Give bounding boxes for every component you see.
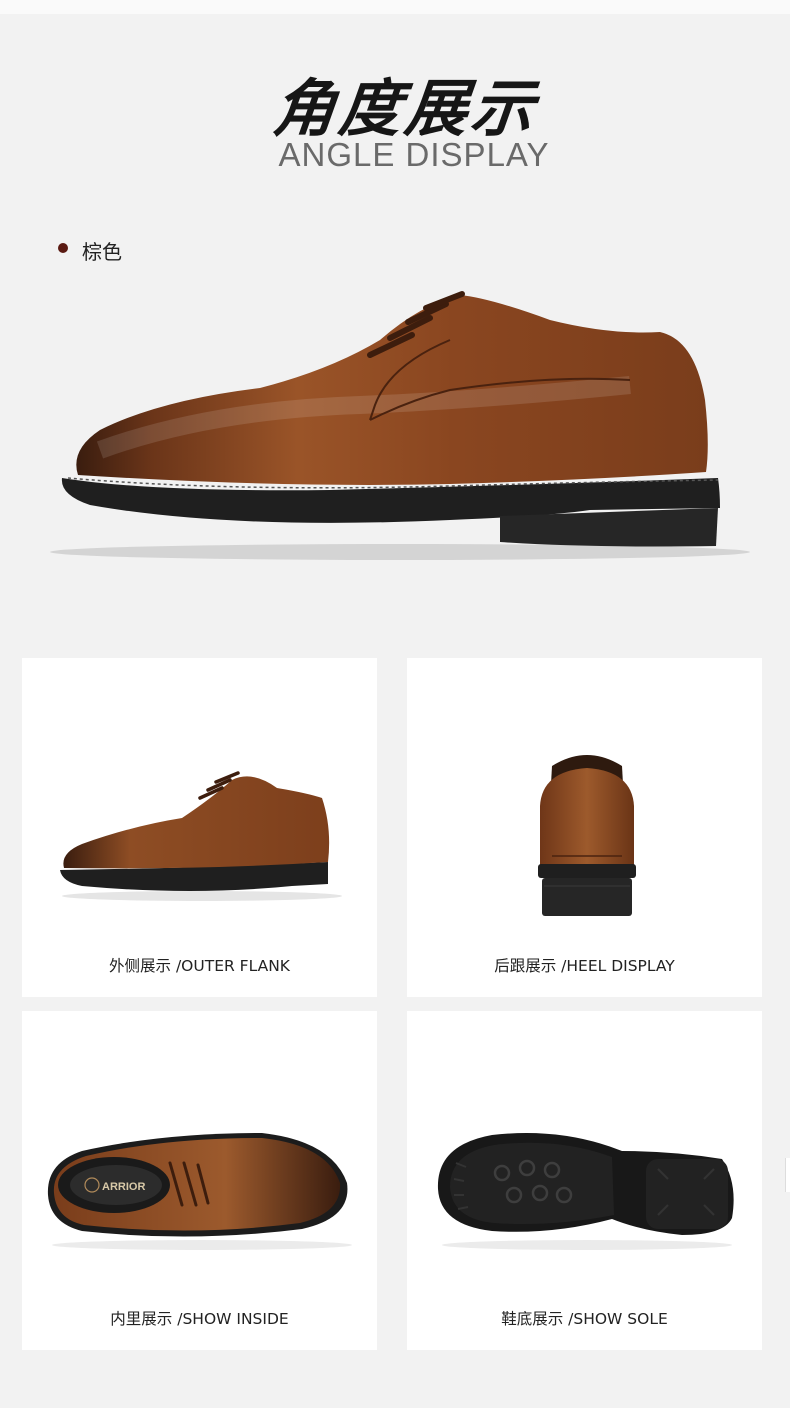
view-card-show-sole[interactable]: 鞋底展示 /SHOW SOLE [407,1011,762,1350]
section-title: 角度展示 [269,72,542,145]
view-card-outer-flank[interactable]: 外侧展示 /OUTER FLANK [22,658,377,997]
color-option-label: 棕色 [82,240,122,264]
section-subtitle: ANGLE DISPLAY [278,136,550,173]
shoe-side-view-icon [60,771,342,901]
scroll-edge-marker [785,1158,790,1192]
shoe-top-view-icon: ARRIOR [47,1133,352,1250]
svg-text:ARRIOR: ARRIOR [102,1181,145,1193]
view-card-show-inside[interactable]: ARRIOR 内里展示 /SHOW INSIDE [22,1011,377,1350]
shoe-heel-view-icon [538,755,636,916]
top-strip [0,0,790,14]
view-caption: 后跟展示 /HEEL DISPLAY [494,957,675,975]
view-caption: 内里展示 /SHOW INSIDE [110,1310,289,1328]
color-swatch-dot [58,243,68,253]
shoe-sole-view-icon [437,1133,734,1250]
view-caption: 外侧展示 /OUTER FLANK [109,957,290,975]
view-card-heel-display[interactable]: 后跟展示 /HEEL DISPLAY [407,658,762,997]
hero-shoe-image [50,291,750,560]
view-caption: 鞋底展示 /SHOW SOLE [501,1310,668,1328]
